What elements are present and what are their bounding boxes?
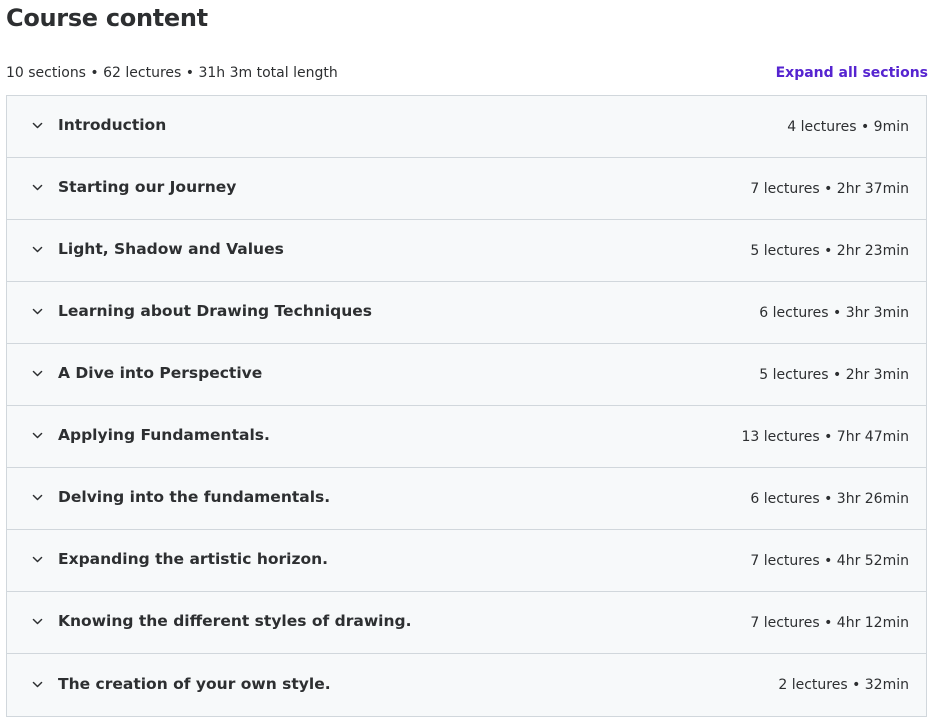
chevron-down-icon (29, 180, 45, 196)
section-header[interactable]: Learning about Drawing Techniques 6 lect… (7, 282, 926, 344)
section-meta: 5 lectures • 2hr 23min (750, 242, 909, 259)
section-title: Applying Fundamentals. (58, 426, 270, 444)
section-header[interactable]: Delving into the fundamentals. 6 lecture… (7, 468, 926, 530)
summary-row: 10 sections • 62 lectures • 31h 3m total… (6, 62, 928, 84)
chevron-down-icon (29, 118, 45, 134)
chevron-down-icon (29, 552, 45, 568)
chevron-down-icon (29, 428, 45, 444)
page-title: Course content (6, 4, 208, 32)
course-content-panel: Course content 10 sections • 62 lectures… (0, 0, 932, 725)
section-title: Learning about Drawing Techniques (58, 302, 373, 320)
section-meta: 2 lectures • 32min (778, 677, 909, 693)
section-title: Delving into the fundamentals. (58, 488, 331, 506)
chevron-down-icon (29, 490, 45, 506)
section-header[interactable]: Knowing the different styles of drawing.… (7, 592, 926, 654)
sections-list: Introduction 4 lectures • 9min Starting … (6, 95, 927, 717)
course-summary: 10 sections • 62 lectures • 31h 3m total… (6, 65, 338, 81)
section-header[interactable]: Introduction 4 lectures • 9min (7, 96, 926, 158)
chevron-down-icon (29, 304, 45, 320)
section-header[interactable]: Applying Fundamentals. 13 lectures • 7hr… (7, 406, 926, 468)
section-meta: 13 lectures • 7hr 47min (741, 428, 909, 445)
section-title: Starting our Journey (58, 178, 237, 196)
chevron-down-icon (29, 614, 45, 630)
section-header[interactable]: The creation of your own style. 2 lectur… (7, 654, 926, 716)
section-title: Expanding the artistic horizon. (58, 550, 329, 568)
chevron-down-icon (29, 366, 45, 382)
section-meta: 6 lectures • 3hr 26min (750, 490, 909, 507)
section-meta: 5 lectures • 2hr 3min (759, 366, 909, 383)
section-meta: 7 lectures • 4hr 12min (750, 614, 909, 631)
section-header[interactable]: A Dive into Perspective 5 lectures • 2hr… (7, 344, 926, 406)
section-meta: 4 lectures • 9min (787, 118, 909, 135)
section-title: Introduction (58, 116, 167, 134)
section-header[interactable]: Expanding the artistic horizon. 7 lectur… (7, 530, 926, 592)
section-title: A Dive into Perspective (58, 364, 263, 382)
section-meta: 6 lectures • 3hr 3min (759, 304, 909, 321)
section-meta: 7 lectures • 4hr 52min (750, 552, 909, 569)
chevron-down-icon (29, 242, 45, 258)
section-meta: 7 lectures • 2hr 37min (750, 180, 909, 197)
section-title: The creation of your own style. (58, 674, 331, 693)
expand-all-sections-button[interactable]: Expand all sections (776, 65, 928, 81)
section-header[interactable]: Starting our Journey 7 lectures • 2hr 37… (7, 158, 926, 220)
section-title: Light, Shadow and Values (58, 240, 284, 258)
chevron-down-icon (29, 676, 45, 692)
section-header[interactable]: Light, Shadow and Values 5 lectures • 2h… (7, 220, 926, 282)
section-title: Knowing the different styles of drawing. (58, 612, 412, 630)
